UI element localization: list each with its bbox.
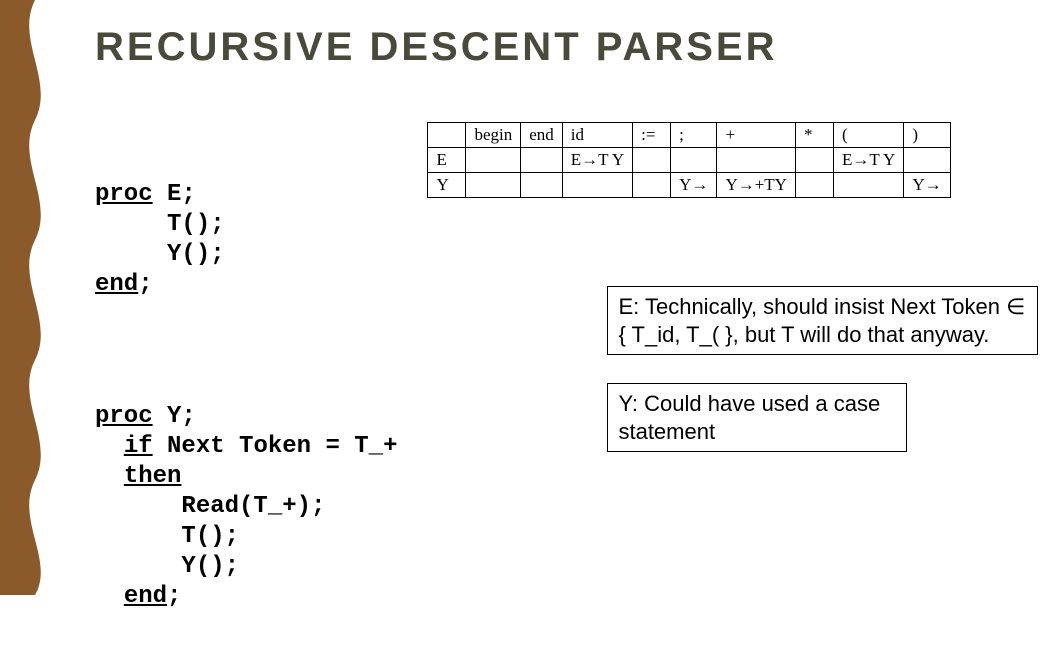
col-id: id (562, 123, 632, 148)
parse-table: begin end id := ; + * ( ) E E→T Y (427, 122, 950, 198)
table-cell: E→T Y (833, 148, 903, 173)
table-cell (795, 173, 833, 198)
col-star: * (795, 123, 833, 148)
table-row: E E→T Y E→T Y (428, 148, 950, 173)
note-boxes: E: Technically, should insist Next Token… (607, 286, 1038, 452)
note-e: E: Technically, should insist Next Token… (607, 286, 1038, 355)
col-end: end (521, 123, 563, 148)
table-cell (562, 173, 632, 198)
table-cell (904, 148, 950, 173)
decorative-wave-edge (0, 0, 60, 595)
code-proc-e: proc E; T(); Y(); end; (95, 180, 397, 300)
table-row: Y Y→ Y→+TY Y→ (428, 173, 950, 198)
main-row: proc E; T(); Y(); end; proc Y; if Next T… (95, 120, 1038, 672)
col-plus: + (717, 123, 796, 148)
code-proc-y: proc Y; if Next Token = T_+ then Read(T_… (95, 402, 397, 612)
table-cell (521, 148, 563, 173)
table-cell (795, 148, 833, 173)
table-cell (833, 173, 903, 198)
slide-content: RECURSIVE DESCENT PARSER proc E; T(); Y(… (95, 25, 1038, 575)
row-label-y: Y (428, 173, 466, 198)
slide-title: RECURSIVE DESCENT PARSER (95, 25, 1038, 70)
table-cell (717, 148, 796, 173)
table-cell (521, 173, 563, 198)
table-cell (671, 148, 717, 173)
table-cell: Y→+TY (717, 173, 796, 198)
table-cell (633, 173, 671, 198)
row-label-e: E (428, 148, 466, 173)
table-cell: E→T Y (562, 148, 632, 173)
table-header-row: begin end id := ; + * ( ) (428, 123, 950, 148)
col-assign: := (633, 123, 671, 148)
col-semicolon: ; (671, 123, 717, 148)
col-lparen: ( (833, 123, 903, 148)
col-rparen: ) (904, 123, 950, 148)
note-y: Y: Could have used a case statement (607, 383, 907, 452)
code-column: proc E; T(); Y(); end; proc Y; if Next T… (95, 120, 397, 672)
table-cell: Y→ (671, 173, 717, 198)
table-cell (466, 173, 521, 198)
table-cell (466, 148, 521, 173)
right-column: begin end id := ; + * ( ) E E→T Y (427, 120, 1038, 452)
table-corner-cell (428, 123, 466, 148)
col-begin: begin (466, 123, 521, 148)
table-cell (633, 148, 671, 173)
table-cell: Y→ (904, 173, 950, 198)
